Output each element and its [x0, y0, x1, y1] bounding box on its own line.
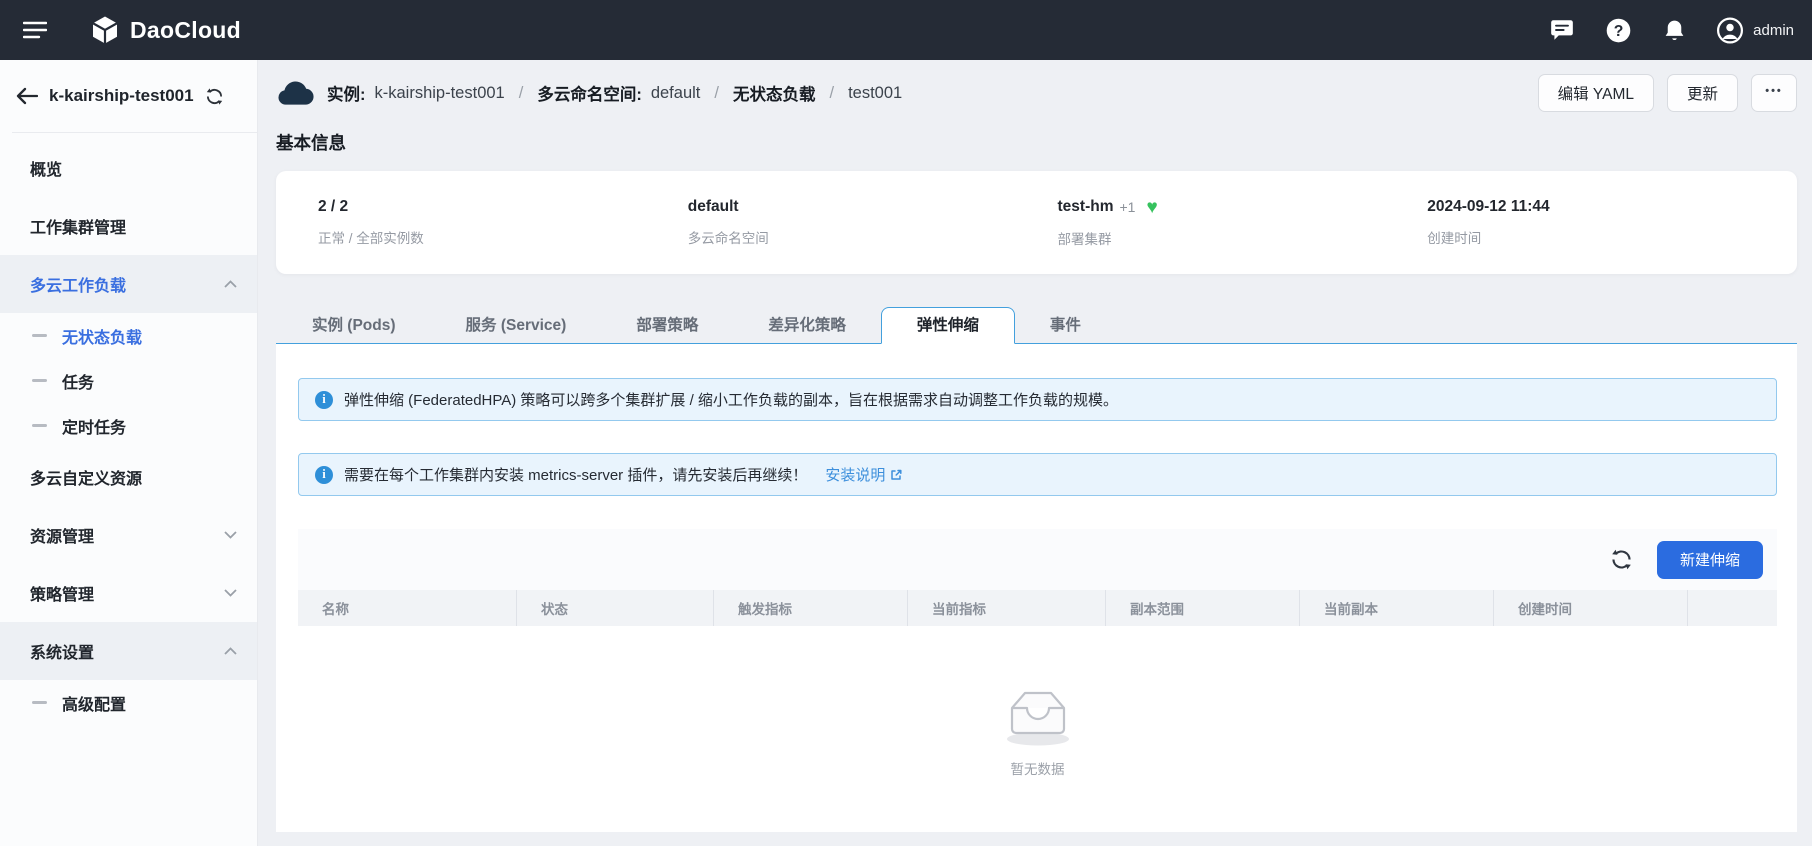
sidebar-nav: 概览 工作集群管理 多云工作负载 无状态负载 任务 定时任务 多云自定义资源 资…: [0, 139, 257, 725]
page-header: 实例: k-kairship-test001 / 多云命名空间: default…: [276, 60, 1797, 126]
basic-info-title: 基本信息: [276, 133, 346, 153]
breadcrumb-instance-label: 实例:: [327, 86, 366, 104]
topbar-right: ? admin: [1548, 16, 1794, 44]
info-field-namespace: default 多云命名空间: [687, 197, 769, 246]
alert-text: 需要在每个工作集群内安装 metrics-server 插件，请先安装后再继续！: [344, 467, 808, 484]
basic-info-card: 2 / 2 正常 / 全部实例数 default 多云命名空间 test-hm …: [276, 171, 1797, 274]
edit-yaml-button[interactable]: 编辑 YAML: [1537, 74, 1654, 112]
table-header: 名称 状态 触发指标 当前指标 副本范围 当前副本 创建时间: [298, 590, 1777, 626]
brand-name: DaoCloud: [130, 16, 241, 43]
cluster-title: k-kairship-test001: [49, 86, 194, 105]
sidebar-item-jobs[interactable]: 任务: [0, 358, 257, 403]
info-alert-metrics-server: i 需要在每个工作集群内安装 metrics-server 插件，请先安装后再继…: [298, 453, 1777, 496]
tab-differentiation-policy[interactable]: 差异化策略: [733, 308, 881, 343]
autoscaling-panel: i 弹性伸缩 (FederatedHPA) 策略可以跨多个集群扩展 / 缩小工作…: [276, 344, 1797, 832]
switch-cluster-icon[interactable]: [205, 87, 224, 106]
svg-text:?: ?: [1613, 23, 1623, 40]
hamburger-menu-icon[interactable]: [20, 15, 50, 45]
create-hpa-button[interactable]: 新建伸缩: [1656, 540, 1763, 579]
tab-autoscaling[interactable]: 弹性伸缩: [880, 307, 1015, 344]
sidebar-item-worker-clusters[interactable]: 工作集群管理: [0, 197, 257, 255]
sidebar-item-cronjobs[interactable]: 定时任务: [0, 403, 257, 448]
brand[interactable]: DaoCloud: [90, 15, 241, 45]
sidebar-item-stateless-workloads[interactable]: 无状态负载: [0, 313, 257, 358]
sidebar-item-system-settings[interactable]: 系统设置: [0, 622, 257, 680]
main-content: 实例: k-kairship-test001 / 多云命名空间: default…: [258, 60, 1812, 846]
dash-icon: [32, 701, 47, 704]
refresh-icon[interactable]: [1610, 548, 1633, 571]
empty-state: 暂无数据: [298, 676, 1777, 778]
info-icon: i: [315, 465, 333, 484]
chevron-up-icon: [224, 647, 237, 655]
health-heart-icon: ♥: [1146, 196, 1158, 218]
header-actions: 编辑 YAML 更新 •••: [1537, 74, 1797, 112]
dash-icon: [32, 424, 47, 427]
username: admin: [1753, 21, 1794, 39]
column-current-metric: 当前指标: [908, 590, 1106, 626]
cluster-count-badge: +1: [1119, 199, 1136, 215]
notification-bell-icon[interactable]: [1660, 16, 1688, 44]
message-icon[interactable]: [1548, 16, 1576, 44]
cloud-icon: [276, 80, 314, 107]
column-trigger-metric: 触发指标: [714, 590, 908, 626]
info-field-replicas: 2 / 2 正常 / 全部实例数: [318, 197, 424, 246]
sidebar-item-policy-management[interactable]: 策略管理: [0, 564, 257, 622]
install-guide-link[interactable]: 安装说明: [825, 464, 903, 485]
dash-icon: [32, 379, 47, 382]
sidebar-divider: [12, 132, 257, 133]
back-arrow-icon[interactable]: [16, 87, 38, 105]
column-name: 名称: [298, 590, 517, 626]
table-toolbar: 新建伸缩: [298, 529, 1777, 590]
sidebar: k-kairship-test001 概览 工作集群管理 多云工作负载 无状态负…: [0, 60, 258, 846]
chevron-down-icon: [224, 531, 237, 539]
tab-events[interactable]: 事件: [1015, 308, 1116, 343]
breadcrumb-workload-label[interactable]: 无状态负载: [733, 81, 816, 105]
breadcrumb-instance-value[interactable]: k-kairship-test001: [375, 84, 505, 103]
tab-deployment-policy[interactable]: 部署策略: [601, 308, 733, 343]
info-alert-hpa: i 弹性伸缩 (FederatedHPA) 策略可以跨多个集群扩展 / 缩小工作…: [298, 378, 1777, 421]
update-button[interactable]: 更新: [1666, 74, 1738, 112]
hpa-table: 新建伸缩 名称 状态 触发指标 当前指标 副本范围 当前副本 创建时间 暂无数据: [298, 529, 1777, 778]
breadcrumb-namespace-value[interactable]: default: [651, 84, 701, 103]
sidebar-item-overview[interactable]: 概览: [0, 139, 257, 197]
column-status: 状态: [517, 590, 714, 626]
external-link-icon: [891, 469, 902, 480]
column-replica-range: 副本范围: [1106, 590, 1300, 626]
column-actions: [1688, 590, 1777, 626]
sidebar-item-custom-resources[interactable]: 多云自定义资源: [0, 448, 257, 506]
tab-bar: 实例 (Pods) 服务 (Service) 部署策略 差异化策略 弹性伸缩 事…: [276, 307, 1797, 344]
empty-inbox-icon: [1006, 691, 1069, 746]
sidebar-item-resource-management[interactable]: 资源管理: [0, 506, 257, 564]
sidebar-item-advanced-config[interactable]: 高级配置: [0, 680, 257, 725]
chevron-up-icon: [224, 280, 237, 288]
daocloud-logo-icon: [90, 15, 120, 45]
sidebar-item-multicloud-workloads[interactable]: 多云工作负载: [0, 255, 257, 313]
chevron-down-icon: [224, 589, 237, 597]
tab-pods[interactable]: 实例 (Pods): [277, 308, 431, 343]
column-created-at: 创建时间: [1494, 590, 1688, 626]
breadcrumb-namespace-label: 多云命名空间:: [537, 86, 642, 104]
more-actions-button[interactable]: •••: [1751, 74, 1797, 112]
avatar-icon: [1716, 16, 1744, 44]
help-icon[interactable]: ?: [1604, 16, 1632, 44]
column-current-replicas: 当前副本: [1300, 590, 1494, 626]
tab-service[interactable]: 服务 (Service): [431, 308, 602, 343]
sidebar-header: k-kairship-test001: [0, 60, 257, 132]
info-field-created: 2024-09-12 11:44 创建时间: [1427, 197, 1550, 246]
breadcrumb-workload-name: test001: [848, 83, 903, 102]
info-icon: i: [315, 390, 333, 409]
breadcrumb: 实例: k-kairship-test001 / 多云命名空间: default…: [276, 80, 902, 107]
top-bar: DaoCloud ? admin: [0, 0, 1812, 60]
dash-icon: [32, 334, 47, 337]
alert-text: 弹性伸缩 (FederatedHPA) 策略可以跨多个集群扩展 / 缩小工作负载…: [344, 392, 1118, 409]
user-menu[interactable]: admin: [1716, 16, 1794, 44]
info-field-clusters: test-hm +1 ♥ 部署集群: [1057, 196, 1158, 247]
empty-text: 暂无数据: [1010, 762, 1065, 777]
